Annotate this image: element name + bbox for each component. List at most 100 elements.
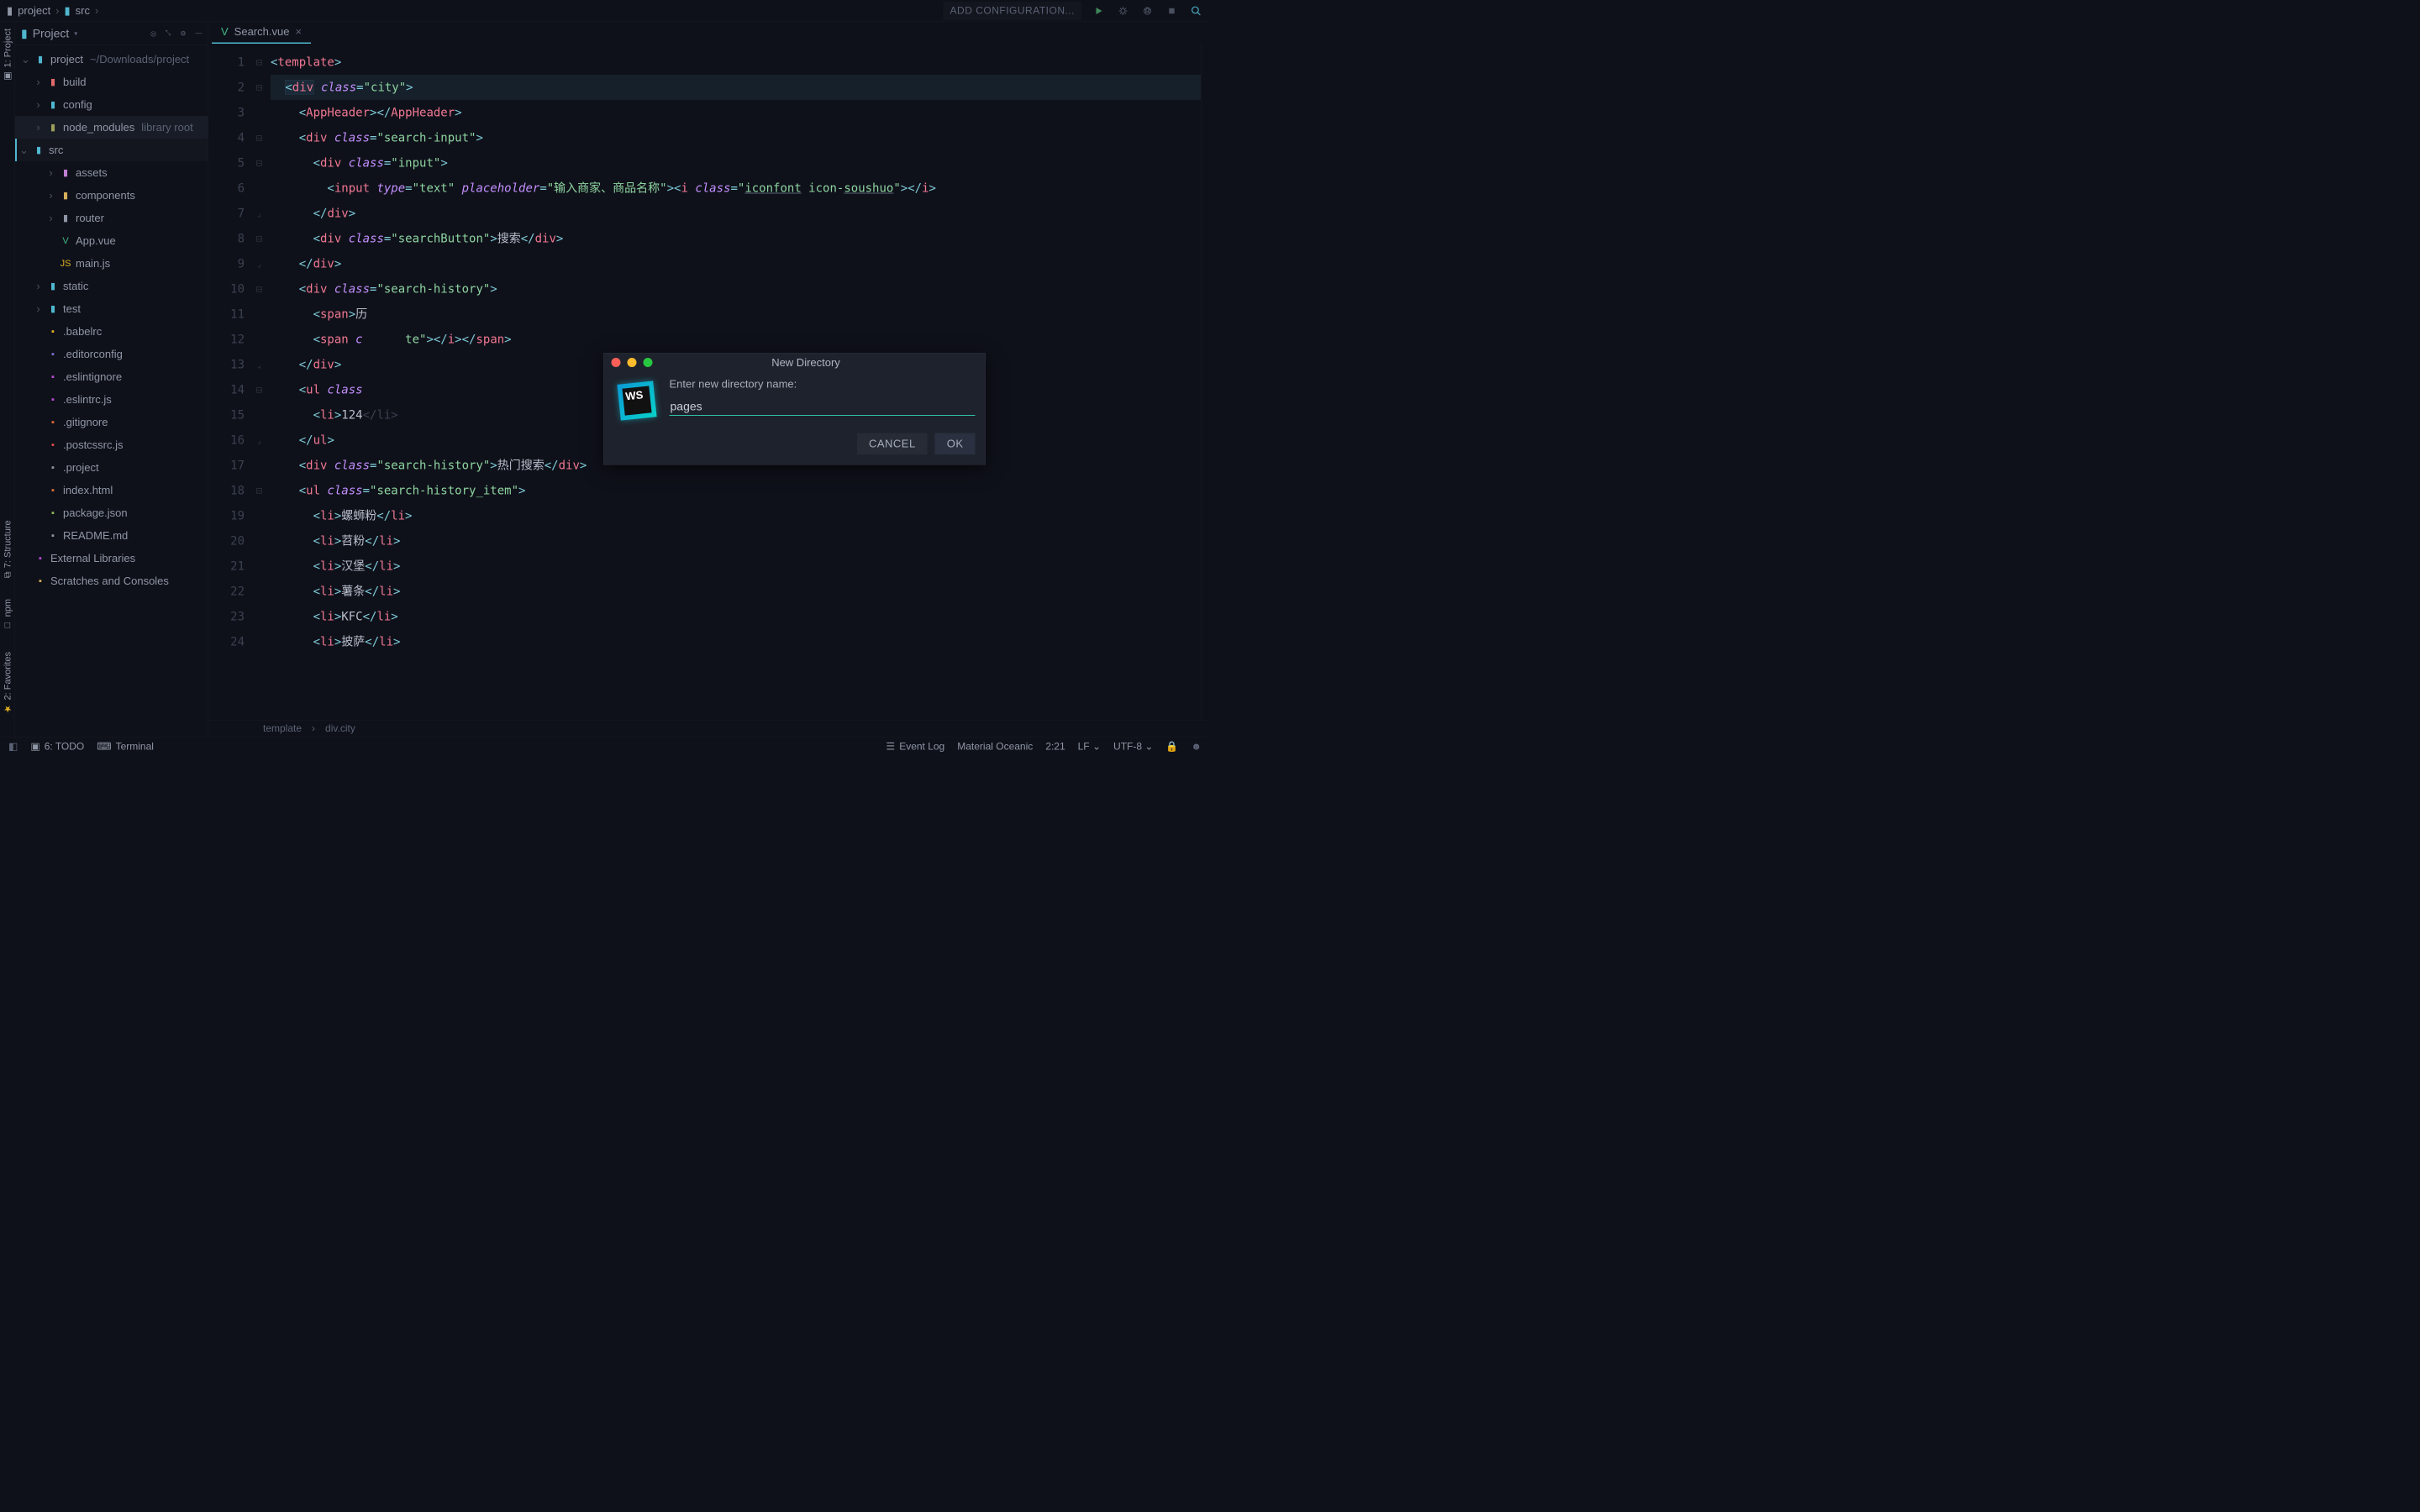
vue-icon: V bbox=[221, 25, 229, 39]
editor[interactable]: 123456789101112131415161718192021222324 … bbox=[208, 44, 1210, 720]
event-log-button[interactable]: ☰Event Log bbox=[886, 741, 944, 753]
tree-item-build[interactable]: ›▮build bbox=[15, 71, 208, 93]
tree-label: README.md bbox=[63, 529, 128, 543]
cancel-button[interactable]: CANCEL bbox=[857, 433, 928, 455]
chevron-down-icon[interactable]: ▾ bbox=[74, 29, 77, 38]
navigation-bar: ▮ project › ▮ src › ADD CONFIGURATION... bbox=[0, 0, 1210, 22]
new-directory-dialog: New Directory WS Enter new directory nam… bbox=[603, 353, 986, 465]
chevron-icon[interactable]: › bbox=[34, 98, 43, 112]
line-separator[interactable]: LF ⌄ bbox=[1078, 741, 1101, 753]
tree-label: test bbox=[63, 302, 81, 316]
vue-icon: V bbox=[60, 235, 71, 247]
git-icon: ▪ bbox=[47, 417, 59, 428]
tree-item--babelrc[interactable]: ▪.babelrc bbox=[15, 320, 208, 343]
project-tree[interactable]: ⌄ ▮ project ~/Downloads/project ›▮build›▮con… bbox=[15, 45, 208, 737]
debug-icon[interactable] bbox=[1116, 3, 1130, 18]
lock-icon[interactable]: 🔒 bbox=[1165, 741, 1178, 753]
directory-name-input[interactable] bbox=[670, 398, 976, 416]
chevron-right-icon: › bbox=[95, 4, 98, 18]
minimize-window-icon[interactable] bbox=[628, 358, 637, 367]
tree-item-static[interactable]: ›▮static bbox=[15, 275, 208, 297]
terminal-tool-button[interactable]: ⌨Terminal bbox=[97, 741, 154, 753]
chevron-icon[interactable]: › bbox=[34, 302, 43, 316]
target-icon[interactable]: ◎ bbox=[150, 29, 156, 38]
folder-icon: ▮ bbox=[7, 4, 13, 18]
minimize-icon[interactable]: — bbox=[196, 29, 203, 38]
gear-icon[interactable]: ⚙ bbox=[180, 29, 186, 38]
tree-suffix: library root bbox=[141, 121, 192, 134]
rail-project[interactable]: ▣1: Project bbox=[2, 24, 13, 86]
chevron-icon[interactable]: › bbox=[34, 280, 43, 293]
status-bar: ◧ ▣6: TODO ⌨Terminal ☰Event Log Material… bbox=[0, 737, 1210, 756]
chevron-icon[interactable]: › bbox=[46, 166, 55, 180]
scrollbar[interactable] bbox=[1201, 44, 1210, 720]
breadcrumb-child[interactable]: src bbox=[76, 4, 90, 18]
file-encoding[interactable]: UTF-8 ⌄ bbox=[1113, 741, 1153, 753]
collapse-icon[interactable]: ⤡ bbox=[166, 29, 171, 38]
cursor-position[interactable]: 2:21 bbox=[1045, 741, 1065, 753]
tree-label: project bbox=[50, 53, 83, 66]
editor-breadcrumbs[interactable]: template › div.city bbox=[208, 720, 1210, 737]
window-controls[interactable] bbox=[604, 358, 660, 367]
tree-item-package-json[interactable]: ▪package.json bbox=[15, 501, 208, 524]
tree-item-config[interactable]: ›▮config bbox=[15, 93, 208, 116]
chevron-icon[interactable]: ⌄ bbox=[19, 144, 29, 157]
tree-item--eslintrc-js[interactable]: ▪.eslintrc.js bbox=[15, 388, 208, 411]
tree-item--eslintignore[interactable]: ▪.eslintignore bbox=[15, 365, 208, 388]
tree-item-README-md[interactable]: ▪README.md bbox=[15, 524, 208, 547]
tool-window-toggle-icon[interactable]: ◧ bbox=[8, 741, 18, 753]
close-window-icon[interactable] bbox=[612, 358, 621, 367]
close-icon[interactable]: × bbox=[295, 25, 302, 39]
fold-column[interactable]: ⊟⊟⊟⊟⌟⊟⌟⊟⌟⊟⌟⊟ bbox=[252, 44, 266, 720]
tree-item-assets[interactable]: ›▮assets bbox=[15, 161, 208, 184]
chevron-icon[interactable]: › bbox=[46, 189, 55, 202]
folder-icon: ▮ bbox=[65, 4, 71, 18]
ok-button[interactable]: OK bbox=[935, 433, 976, 455]
run-icon[interactable] bbox=[1092, 3, 1106, 18]
rail-favorites[interactable]: ★2: Favorites bbox=[2, 648, 13, 718]
left-tool-rail: ▣1: Project ⧉7: Structure □npm ★2: Favor… bbox=[0, 22, 15, 737]
tree-label: index.html bbox=[63, 484, 113, 497]
dialog-title: New Directory bbox=[660, 356, 986, 370]
tree-item--project[interactable]: ▪.project bbox=[15, 456, 208, 479]
chevron-icon[interactable]: ⌄ bbox=[21, 53, 30, 66]
tree-item-node_modules[interactable]: ›▮node_moduleslibrary root bbox=[15, 116, 208, 139]
chevron-icon[interactable]: › bbox=[46, 212, 55, 225]
tree-item-main-js[interactable]: JSmain.js bbox=[15, 252, 208, 275]
tree-label: .eslintrc.js bbox=[63, 393, 112, 407]
html-icon: ▪ bbox=[47, 485, 59, 496]
line-gutter: 123456789101112131415161718192021222324 bbox=[208, 44, 252, 720]
tree-item-router[interactable]: ›▮router bbox=[15, 207, 208, 229]
chevron-icon[interactable]: › bbox=[34, 76, 43, 89]
chevron-icon[interactable]: › bbox=[34, 121, 43, 134]
theme-indicator[interactable]: Material Oceanic bbox=[957, 741, 1033, 753]
add-configuration-button[interactable]: ADD CONFIGURATION... bbox=[944, 2, 1081, 20]
tree-item-project[interactable]: ⌄▮project~/Downloads/project bbox=[15, 48, 208, 71]
zoom-window-icon[interactable] bbox=[644, 358, 653, 367]
tree-item-index-html[interactable]: ▪ index.html bbox=[15, 479, 208, 501]
tree-item--editorconfig[interactable]: ▪.editorconfig bbox=[15, 343, 208, 365]
tree-item-App-vue[interactable]: VApp.vue bbox=[15, 229, 208, 252]
tree-item--gitignore[interactable]: ▪.gitignore bbox=[15, 411, 208, 433]
breadcrumb[interactable]: ▮ project › ▮ src › bbox=[7, 4, 98, 18]
folder-icon: ▮ bbox=[33, 144, 45, 156]
project-view-title[interactable]: Project bbox=[33, 27, 70, 40]
todo-tool-button[interactable]: ▣6: TODO bbox=[30, 741, 84, 753]
tab-search-vue[interactable]: V Search.vue × bbox=[212, 21, 311, 44]
inspection-icon[interactable]: ☻ bbox=[1191, 741, 1202, 753]
rail-structure[interactable]: ⧉7: Structure bbox=[2, 516, 13, 582]
rail-npm[interactable]: □npm bbox=[2, 595, 13, 635]
tree-item-Scratches-and-Consoles[interactable]: ▪Scratches and Consoles bbox=[15, 570, 208, 592]
tree-item-External-Libraries[interactable]: ▪External Libraries bbox=[15, 547, 208, 570]
tree-label: .eslintignore bbox=[63, 370, 122, 384]
tree-item-test[interactable]: ›▮test bbox=[15, 297, 208, 320]
search-icon[interactable] bbox=[1189, 3, 1203, 18]
tree-item-components[interactable]: ›▮components bbox=[15, 184, 208, 207]
run-with-coverage-icon[interactable] bbox=[1140, 3, 1155, 18]
tree-suffix: ~/Downloads/project bbox=[90, 53, 189, 66]
tree-label: .project bbox=[63, 461, 99, 475]
tree-item--postcssrc-js[interactable]: ▪.postcssrc.js bbox=[15, 433, 208, 456]
tree-item-src[interactable]: ⌄▮src bbox=[15, 139, 208, 161]
breadcrumb-root[interactable]: project bbox=[18, 4, 50, 18]
stop-icon[interactable] bbox=[1165, 3, 1179, 18]
